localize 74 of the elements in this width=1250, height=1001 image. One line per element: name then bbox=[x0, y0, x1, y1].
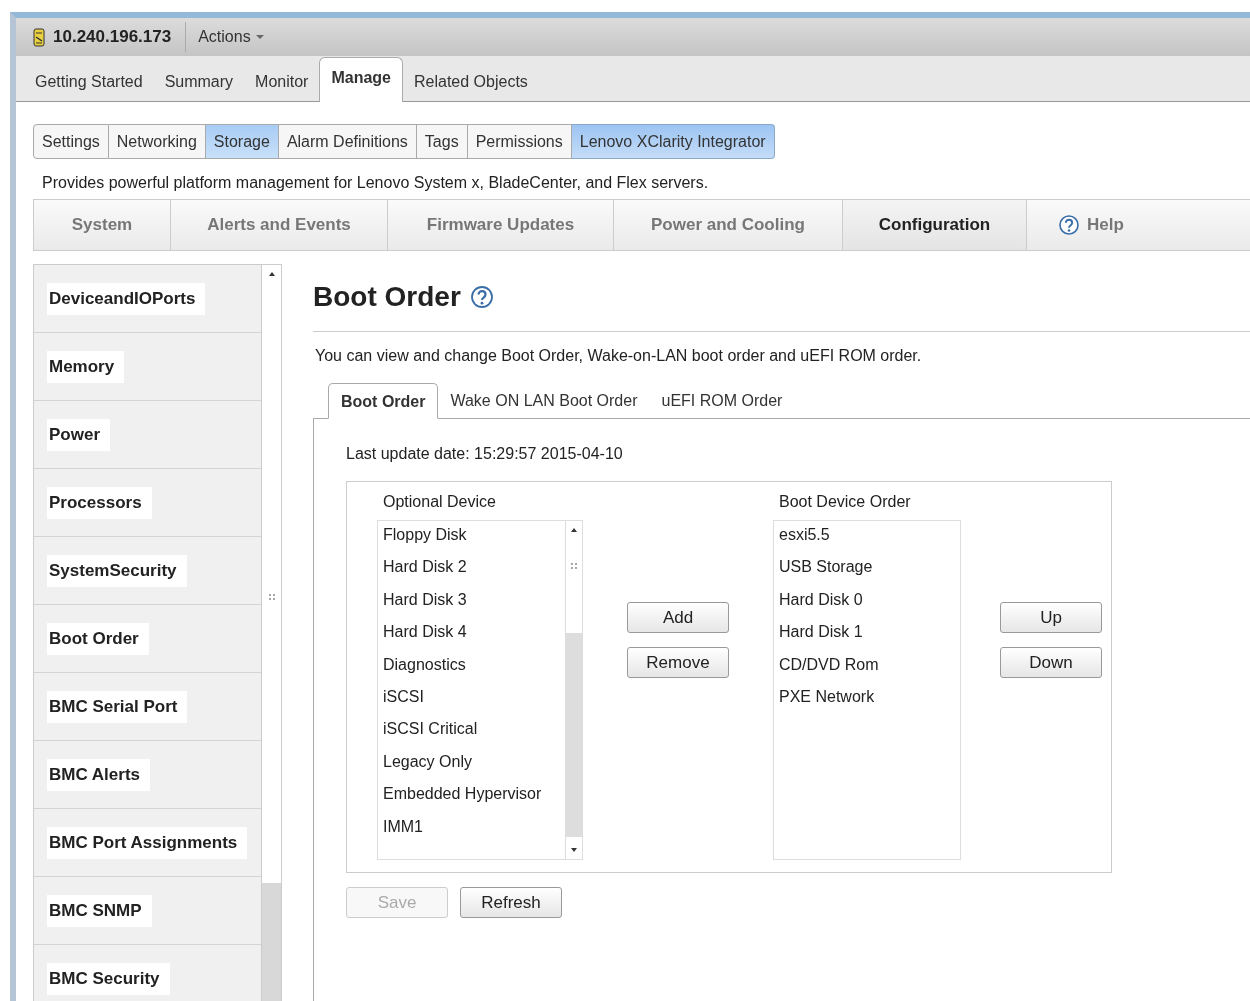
button[interactable]: Refresh bbox=[460, 887, 562, 918]
intro-text: You can view and change Boot Order, Wake-on-LAN boot order and uEFI ROM order. bbox=[315, 347, 923, 365]
grip-icon bbox=[571, 563, 577, 569]
grip-icon bbox=[268, 594, 275, 600]
tab[interactable]: Wake ON LAN Boot Order bbox=[438, 386, 650, 418]
scrollbar-thumb[interactable] bbox=[262, 883, 281, 1001]
list-box[interactable]: Floppy Disk Hard Disk 2 Hard Disk 3 Hard Disk 4 Diagnostics iSCSI iSCSI Critical Legacy Only Embedded Hypervisor IMM1 bbox=[377, 520, 583, 860]
list-box[interactable]: esxi5.5 USB Storage Hard Disk 0 Hard Disk 1 CD/DVD Rom PXE Network bbox=[773, 520, 961, 860]
button[interactable]: Remove bbox=[627, 647, 729, 678]
caret-icon bbox=[255, 35, 264, 39]
list-heading: Optional Device bbox=[382, 492, 497, 512]
sidebar-item[interactable]: BMC Security bbox=[34, 945, 261, 1001]
sidebar-item[interactable]: Boot Order bbox=[34, 605, 261, 673]
list-item[interactable]: IMM1 bbox=[383, 812, 565, 845]
subtab[interactable]: Alarm Definitions bbox=[278, 124, 417, 159]
tab[interactable]: uEFI ROM Order bbox=[649, 386, 795, 418]
list-item[interactable]: Hard Disk 2 bbox=[383, 553, 565, 586]
nav-tab[interactable]: Configuration bbox=[843, 200, 1027, 250]
nav-tab[interactable]: Alerts and Events bbox=[171, 200, 388, 250]
tab[interactable]: Boot Order bbox=[328, 383, 439, 419]
last-update-text: Last update date: 15:29:57 2015-04-10 bbox=[346, 445, 624, 463]
tab[interactable]: Manage bbox=[319, 57, 403, 102]
sidebar-item[interactable]: DeviceandIOPorts bbox=[34, 265, 261, 333]
nav-tab[interactable]: Firmware Updates bbox=[388, 200, 614, 250]
scrollbar[interactable] bbox=[565, 521, 582, 859]
scrollbar-thumb[interactable] bbox=[566, 633, 582, 837]
sidebar-item[interactable]: Power bbox=[34, 401, 261, 469]
sidebar-item[interactable]: Processors bbox=[34, 469, 261, 537]
sidebar-item[interactable]: BMC Port Assignments bbox=[34, 809, 261, 877]
sidebar-item[interactable]: BMC SNMP bbox=[34, 877, 261, 945]
scroll-up-icon bbox=[267, 271, 276, 277]
list-item[interactable]: Hard Disk 4 bbox=[383, 618, 565, 651]
list-item[interactable]: Embedded Hypervisor bbox=[383, 780, 565, 813]
list-item[interactable]: iSCSI Critical bbox=[383, 715, 565, 748]
help-icon bbox=[1059, 215, 1079, 235]
list-item[interactable]: Hard Disk 3 bbox=[383, 585, 565, 619]
subtab[interactable]: Settings bbox=[33, 124, 109, 159]
subtab[interactable]: Tags bbox=[416, 124, 468, 159]
list-item[interactable]: Hard Disk 0 bbox=[779, 585, 960, 619]
host-name: 10.240.196.173 bbox=[53, 22, 187, 52]
subtab[interactable]: Lenovo XClarity Integrator bbox=[571, 124, 775, 159]
button[interactable]: Add bbox=[627, 602, 729, 633]
sidebar-item[interactable]: BMC Serial Port bbox=[34, 673, 261, 741]
subtab[interactable]: Permissions bbox=[467, 124, 572, 159]
list-item[interactable]: iSCSI bbox=[383, 682, 565, 716]
list-item[interactable]: CD/DVD Rom bbox=[779, 650, 960, 683]
tab[interactable]: Monitor bbox=[244, 72, 320, 101]
subtab[interactable]: Storage bbox=[205, 124, 279, 159]
list-item[interactable]: USB Storage bbox=[779, 553, 960, 586]
list-item[interactable]: Floppy Disk bbox=[383, 521, 565, 554]
sidebar-item[interactable]: BMC Alerts bbox=[34, 741, 261, 809]
actions-menu[interactable]: Actions bbox=[194, 28, 268, 46]
tab[interactable]: Summary bbox=[153, 72, 245, 101]
tab[interactable]: Related Objects bbox=[403, 72, 539, 101]
list-item[interactable]: esxi5.5 bbox=[779, 521, 960, 554]
list-item[interactable]: PXE Network bbox=[779, 682, 960, 716]
description: Provides powerful platform management for Lenovo System x, BladeCenter, and Flex servers. bbox=[42, 173, 710, 193]
scroll-up-icon bbox=[570, 527, 578, 533]
list-item[interactable]: Hard Disk 1 bbox=[779, 618, 960, 651]
page-title: Boot Order bbox=[313, 281, 461, 313]
help-link[interactable]: Help bbox=[1027, 200, 1124, 250]
server-icon bbox=[33, 27, 45, 47]
list-item[interactable]: Diagnostics bbox=[383, 650, 565, 683]
button[interactable]: Up bbox=[1000, 602, 1102, 633]
subtab[interactable]: Networking bbox=[108, 124, 206, 159]
scroll-down-icon bbox=[570, 847, 578, 853]
nav-tab[interactable]: System bbox=[34, 200, 171, 250]
list-item[interactable]: Legacy Only bbox=[383, 747, 565, 781]
tab[interactable]: Getting Started bbox=[24, 72, 154, 101]
sidebar-item[interactable]: Memory bbox=[34, 333, 261, 401]
sidebar-item[interactable]: SystemSecurity bbox=[34, 537, 261, 605]
help-icon bbox=[470, 286, 493, 308]
list-heading: Boot Device Order bbox=[778, 492, 912, 512]
button[interactable]: Down bbox=[1000, 647, 1102, 678]
